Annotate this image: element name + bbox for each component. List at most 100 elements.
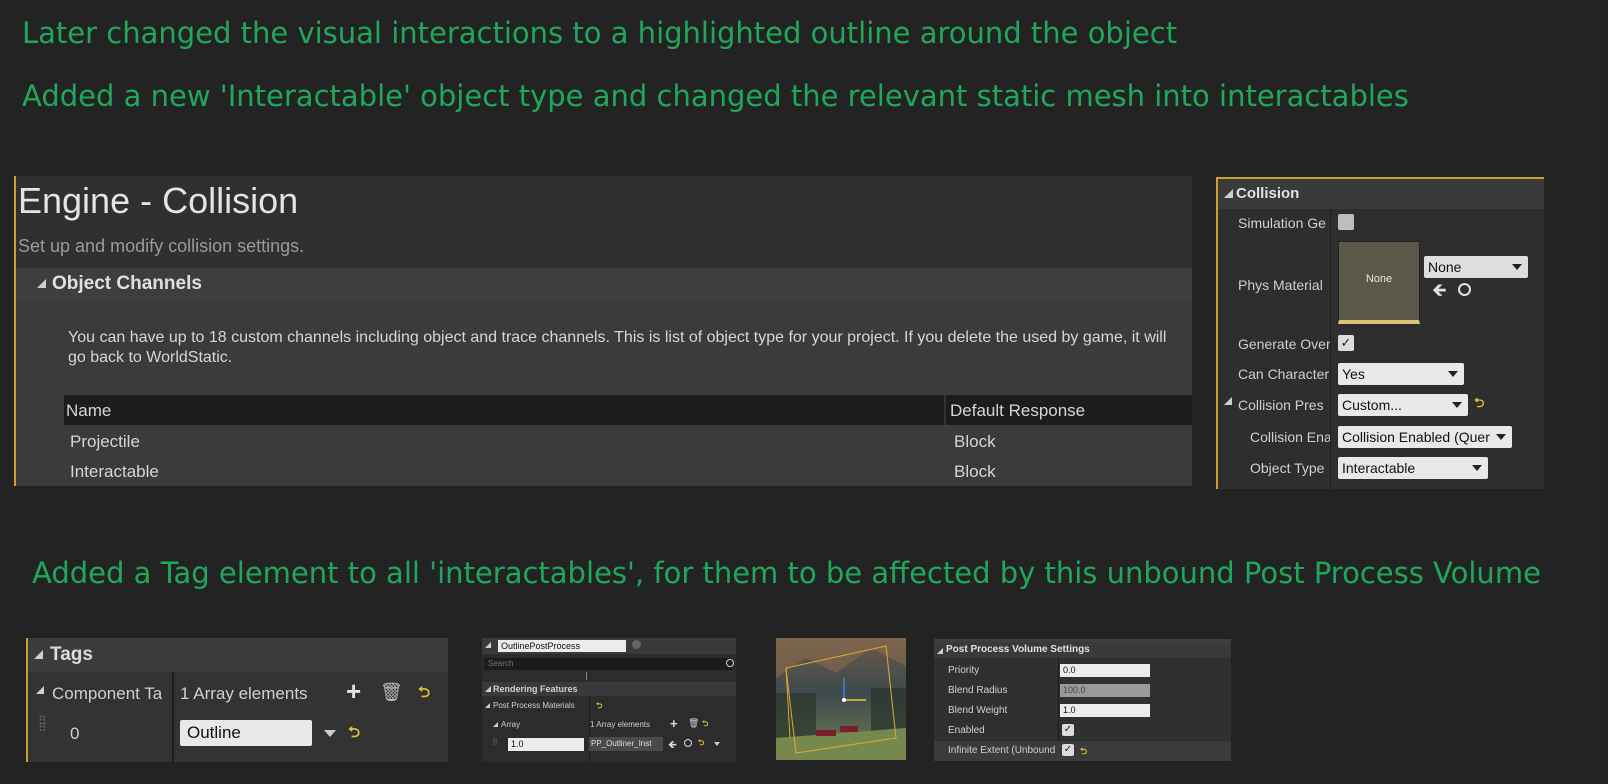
collision-header[interactable]: Collision — [1218, 179, 1544, 209]
blend-weight-label: Blend Weight — [948, 705, 1008, 716]
pp-materials-label: Post Process Materials — [493, 701, 575, 710]
section-label: Object Channels — [52, 273, 202, 294]
thumbnail-label: None — [1365, 273, 1393, 285]
infinite-extent-checkbox[interactable]: ✓ — [1062, 744, 1074, 756]
collapse-triangle-icon[interactable] — [485, 703, 490, 708]
blend-radius-label: Blend Radius — [948, 685, 1008, 696]
collision-enabled-value: Collision Enabled (Quer — [1342, 429, 1490, 445]
row-response: Block — [954, 432, 996, 451]
phys-material-thumbnail[interactable]: None — [1338, 241, 1420, 324]
reset-to-default-icon[interactable]: ⮌ — [348, 722, 360, 747]
collapse-triangle-icon[interactable] — [36, 686, 44, 694]
row-response: Block — [954, 462, 996, 481]
weight-field[interactable]: 1.0 — [508, 738, 584, 751]
object-channels-body: You can have up to 18 custom channels in… — [16, 300, 1192, 486]
info-icon — [632, 640, 641, 649]
drag-handle-icon[interactable]: ⠿ — [492, 738, 498, 747]
collapse-triangle-icon[interactable] — [1224, 189, 1233, 198]
collapse-triangle-icon[interactable] — [37, 279, 46, 288]
tag-value-input[interactable]: Outline — [180, 720, 312, 746]
collision-enabled-label: Collision Ena — [1250, 429, 1330, 445]
priority-label: Priority — [948, 665, 980, 676]
tags-header-label: Tags — [50, 644, 93, 665]
collision-enabled-dropdown[interactable]: Collision Enabled (Quer — [1338, 426, 1512, 448]
array-index: 0 — [70, 724, 80, 743]
collapse-triangle-icon[interactable] — [485, 642, 491, 648]
tags-panel: Tags Component Ta 1 Array elements + 🗑 ⮌… — [26, 638, 448, 762]
browse-search-icon[interactable] — [1458, 283, 1471, 296]
search-icon — [726, 659, 734, 667]
blend-radius-field[interactable]: 100.0 — [1060, 684, 1150, 697]
material-dropdown[interactable]: PP_Outliner_Inst — [589, 737, 663, 751]
infinite-extent-label: Infinite Extent (Unbound — [948, 745, 1056, 756]
generate-overlap-checkbox[interactable]: ✓ — [1338, 335, 1354, 351]
object-type-value: Interactable — [1342, 460, 1416, 476]
browse-search-icon[interactable] — [684, 739, 692, 747]
use-selected-arrow-icon[interactable]: 🡸 — [668, 736, 677, 755]
phys-material-dropdown[interactable]: None — [1424, 256, 1528, 278]
chevron-down-icon[interactable] — [714, 742, 720, 746]
collision-details-panel: Collision Simulation Ge Phys Material No… — [1216, 177, 1544, 489]
can-character-dropdown[interactable]: Yes — [1338, 363, 1464, 385]
object-type-dropdown[interactable]: Interactable — [1338, 457, 1488, 479]
object-channels-header[interactable]: Object Channels — [16, 268, 1192, 300]
search-input[interactable]: Search — [484, 658, 732, 670]
collapse-triangle-icon[interactable] — [34, 650, 43, 659]
add-element-icon[interactable]: + — [670, 716, 678, 731]
chevron-down-icon — [1448, 371, 1458, 377]
priority-field[interactable]: 0.0 — [1060, 664, 1150, 677]
column-name: Name — [66, 401, 112, 420]
array-label: Array — [501, 720, 521, 729]
ppv-settings-panel: Post Process Volume Settings Priority 0.… — [934, 639, 1231, 761]
reset-to-default-icon[interactable]: ⮌ — [418, 682, 430, 707]
reset-to-default-icon[interactable]: ⮌ — [1474, 394, 1484, 416]
phys-material-label: Phys Material — [1238, 277, 1323, 293]
enabled-label: Enabled — [948, 725, 985, 736]
scene-viewport-image — [776, 638, 906, 760]
page-title: Engine - Collision — [18, 180, 299, 221]
page-subtitle: Set up and modify collision settings. — [18, 236, 305, 256]
collapse-triangle-icon[interactable] — [937, 648, 943, 654]
simulation-checkbox[interactable] — [1338, 214, 1354, 230]
trash-icon[interactable]: 🗑 — [688, 718, 699, 729]
collapse-triangle-icon[interactable] — [1224, 397, 1232, 405]
row-name: Interactable — [70, 462, 159, 481]
rendering-features-label: Rendering Features — [493, 684, 578, 694]
chevron-down-icon — [1512, 264, 1522, 270]
add-element-icon[interactable]: + — [346, 676, 361, 707]
ppv-header-label: Post Process Volume Settings — [946, 644, 1090, 655]
chevron-down-icon — [1496, 434, 1506, 440]
table-header: Name Default Response — [64, 395, 1192, 425]
collapse-triangle-icon[interactable] — [493, 722, 498, 727]
array-count: 1 Array elements — [590, 720, 651, 729]
chevron-down-icon — [1472, 465, 1482, 471]
collision-presets-dropdown[interactable]: Custom... — [1338, 394, 1468, 416]
row-name: Projectile — [70, 432, 140, 451]
reset-to-default-icon[interactable]: ⮌ — [698, 737, 704, 751]
can-character-label: Can Character — [1238, 366, 1330, 382]
collapse-triangle-icon[interactable] — [485, 686, 491, 692]
table-row[interactable]: Projectile Block — [64, 426, 1192, 456]
simulation-label: Simulation Ge — [1238, 215, 1326, 231]
tags-header[interactable]: Tags — [28, 638, 448, 672]
collision-header-label: Collision — [1236, 185, 1300, 202]
caption-line-2: Added a new 'Interactable' object type a… — [22, 79, 1409, 113]
generate-overlap-label: Generate Over — [1238, 336, 1330, 352]
chevron-down-icon[interactable] — [324, 730, 336, 737]
name-field[interactable]: OutlinePostProcess — [498, 640, 626, 652]
phys-material-value: None — [1428, 259, 1462, 275]
collision-presets-label: Collision Pres — [1238, 397, 1324, 413]
blend-weight-field[interactable]: 1.0 — [1060, 704, 1150, 717]
enabled-checkbox[interactable]: ✓ — [1062, 724, 1074, 736]
trash-icon[interactable]: 🗑 — [380, 682, 403, 703]
use-selected-arrow-icon[interactable]: 🡸 — [1432, 281, 1447, 299]
reset-to-default-icon[interactable]: ⮌ — [702, 718, 708, 732]
reset-to-default-icon[interactable]: ⮌ — [596, 700, 602, 714]
outline-pp-panel: OutlinePostProcess Search Rendering Feat… — [482, 638, 736, 762]
drag-handle-icon[interactable]: ⠿ ⠿ — [38, 715, 47, 734]
table-row[interactable]: Interactable Block — [64, 456, 1192, 486]
reset-to-default-icon[interactable]: ⮌ — [1080, 744, 1087, 760]
caption-line-1: Later changed the visual interactions to… — [22, 16, 1178, 50]
caption-line-3: Added a Tag element to all 'interactable… — [32, 556, 1541, 590]
object-type-label: Object Type — [1250, 460, 1325, 476]
